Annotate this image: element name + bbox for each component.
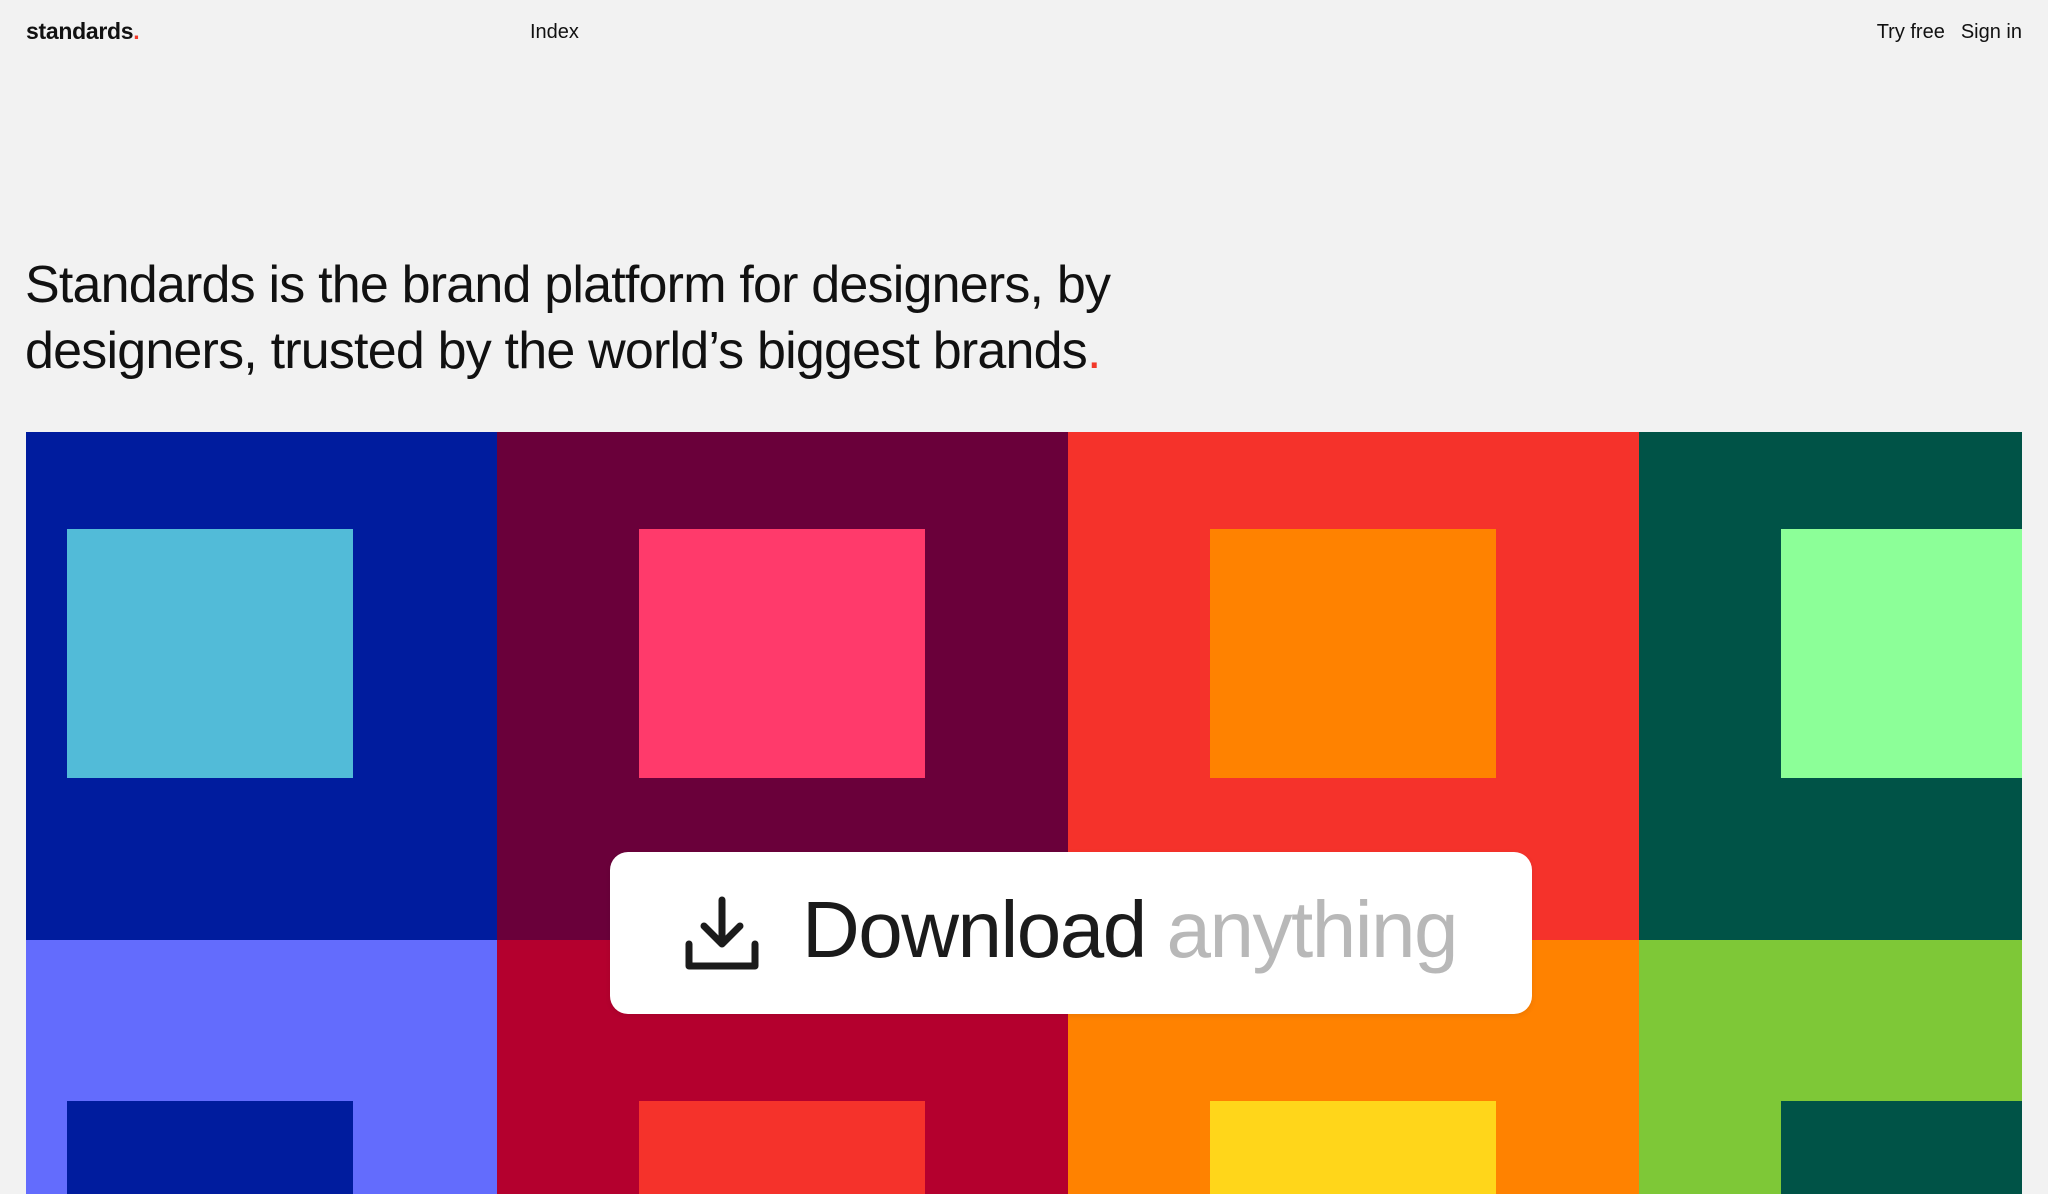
site-header: standards. Index Try free Sign in <box>0 0 2048 70</box>
color-swatch-r1-c2 <box>639 529 925 778</box>
brand-color-mosaic <box>26 432 2022 1194</box>
color-swatch-r1-c3 <box>1210 529 1496 778</box>
color-tile-r1-c1 <box>26 432 497 940</box>
color-swatch-r2-c4 <box>1781 1101 2022 1194</box>
anything-word: anything <box>1166 885 1459 974</box>
hero-line-2: designers, trusted by the world’s bigges… <box>25 322 1088 380</box>
color-tile-r2-c4 <box>1639 940 2022 1194</box>
color-tile-r2-c1 <box>26 940 497 1194</box>
hero-headline: Standards is the brand platform for desi… <box>25 252 1225 384</box>
logo-text: standards <box>26 18 134 44</box>
try-free-link[interactable]: Try free <box>1877 21 1945 44</box>
download-anything-text: Download anything <box>802 880 1459 980</box>
logo-link[interactable]: standards. <box>26 18 140 45</box>
download-anything-card: Download anything <box>610 852 1532 1014</box>
nav-index-link[interactable]: Index <box>530 21 579 44</box>
color-swatch-r2-c1 <box>67 1101 353 1194</box>
download-word: Download <box>802 885 1147 974</box>
hero-accent-dot: . <box>1086 322 1101 380</box>
color-tile-r1-c4 <box>1639 432 2022 940</box>
hero-line-1: Standards is the brand platform for desi… <box>25 256 1111 314</box>
page: standards. Index Try free Sign in Standa… <box>0 0 2048 1194</box>
header-actions: Try free Sign in <box>1877 21 2022 44</box>
logo-dot: . <box>133 18 140 44</box>
sign-in-link[interactable]: Sign in <box>1961 21 2022 44</box>
color-swatch-r2-c3 <box>1210 1101 1496 1194</box>
color-swatch-r1-c4 <box>1781 529 2022 778</box>
color-swatch-r2-c2 <box>639 1101 925 1194</box>
download-icon <box>684 894 760 974</box>
color-swatch-r1-c1 <box>67 529 353 778</box>
